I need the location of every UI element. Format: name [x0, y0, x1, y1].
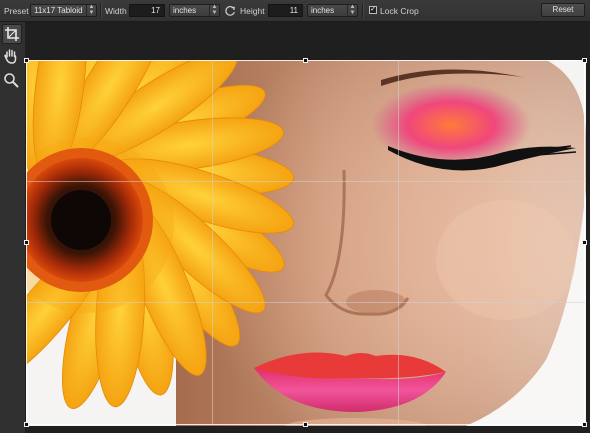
width-unit-value: inches	[173, 6, 197, 15]
height-unit-value: inches	[311, 6, 335, 15]
crop-handle-right[interactable]	[582, 240, 587, 245]
crop-handle-top-left[interactable]	[24, 58, 29, 63]
width-input[interactable]: 17	[129, 4, 165, 17]
crop-frame[interactable]	[26, 60, 585, 425]
height-input[interactable]: 11	[268, 4, 303, 17]
crop-handle-bottom-right[interactable]	[582, 422, 587, 427]
crop-tool-button[interactable]	[2, 24, 22, 44]
crop-grid-line	[26, 181, 585, 182]
hand-tool-button[interactable]	[2, 47, 22, 67]
crop-handle-left[interactable]	[24, 240, 29, 245]
stepper-arrows-icon: ▲ ▼	[86, 4, 96, 16]
toolbar-divider	[100, 3, 102, 18]
crop-grid-line	[26, 302, 585, 303]
stepper-arrows-icon: ▲ ▼	[347, 4, 357, 16]
preset-select[interactable]: 11x17 Tabloid ▲ ▼	[30, 4, 97, 17]
lock-crop-label: Lock Crop	[380, 5, 419, 16]
lock-crop-checkbox[interactable]: ✓	[369, 6, 377, 14]
crop-grid-line	[398, 60, 399, 425]
crop-handle-bottom[interactable]	[303, 422, 308, 427]
reset-button[interactable]: Reset	[541, 3, 585, 17]
magnifier-icon	[4, 73, 19, 88]
stepper-arrows-icon: ▲ ▼	[209, 4, 219, 16]
crop-options-toolbar: Preset 11x17 Tabloid ▲ ▼ Width 17 inches …	[0, 0, 590, 22]
preset-value: 11x17 Tabloid	[34, 6, 83, 15]
zoom-tool-button[interactable]	[2, 71, 22, 91]
height-label: Height	[240, 5, 265, 16]
crop-icon	[5, 27, 19, 41]
crop-handle-bottom-left[interactable]	[24, 422, 29, 427]
crop-handle-top[interactable]	[303, 58, 308, 63]
width-unit-select[interactable]: inches ▲ ▼	[169, 4, 220, 17]
rotate-icon	[225, 5, 235, 16]
height-unit-select[interactable]: inches ▲ ▼	[307, 4, 358, 17]
tools-panel	[0, 22, 26, 433]
toolbar-divider	[362, 3, 364, 18]
crop-grid-line	[212, 60, 213, 425]
crop-handle-top-right[interactable]	[582, 58, 587, 63]
width-label: Width	[105, 5, 127, 16]
preset-label: Preset	[4, 5, 29, 16]
hand-icon	[4, 49, 17, 64]
image-canvas[interactable]	[24, 22, 590, 433]
swap-dimensions-button[interactable]	[224, 0, 236, 21]
